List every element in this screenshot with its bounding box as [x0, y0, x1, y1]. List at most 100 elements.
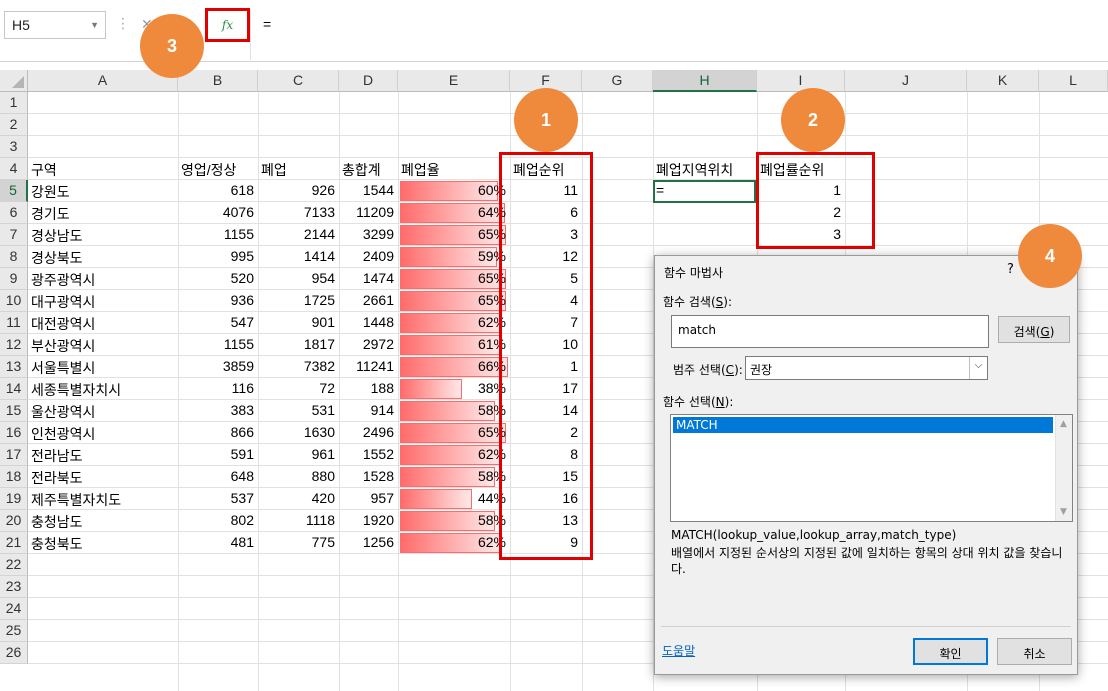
cell-open[interactable]: 3859 — [178, 356, 258, 378]
cell-region[interactable]: 울산광역시 — [28, 400, 178, 422]
name-box[interactable]: H5 ▼ — [4, 11, 106, 39]
column-header-e[interactable]: E — [398, 70, 510, 92]
cell-rate[interactable]: 60% — [398, 180, 510, 202]
row-header-1[interactable]: 1 — [0, 92, 28, 114]
column-header-d[interactable]: D — [339, 70, 398, 92]
cell-open[interactable]: 618 — [178, 180, 258, 202]
cell-rate[interactable]: 61% — [398, 334, 510, 356]
category-select[interactable]: 권장 ⌵ — [745, 356, 988, 380]
cell-rate[interactable]: 62% — [398, 444, 510, 466]
column-header-h[interactable]: H — [653, 70, 757, 92]
cell-open[interactable]: 802 — [178, 510, 258, 532]
cell-closed[interactable]: 1414 — [258, 246, 339, 268]
cell-region[interactable]: 경상북도 — [28, 246, 178, 268]
cell-total[interactable]: 3299 — [339, 224, 398, 246]
select-all-corner[interactable] — [0, 70, 28, 92]
row-header-25[interactable]: 25 — [0, 620, 28, 642]
cell-rate[interactable]: 65% — [398, 422, 510, 444]
cell-open[interactable]: 481 — [178, 532, 258, 554]
cell-region[interactable]: 경상남도 — [28, 224, 178, 246]
cell-total[interactable]: 2409 — [339, 246, 398, 268]
cell-open[interactable]: 936 — [178, 290, 258, 312]
row-header-9[interactable]: 9 — [0, 268, 28, 290]
cell-open[interactable]: 866 — [178, 422, 258, 444]
cell-rate[interactable]: 44% — [398, 488, 510, 510]
help-link[interactable]: 도움말 — [662, 642, 695, 659]
cell-total[interactable]: 1474 — [339, 268, 398, 290]
cell-closed[interactable]: 1725 — [258, 290, 339, 312]
insert-function-button[interactable]: fx — [205, 8, 250, 42]
cell-total[interactable]: 1448 — [339, 312, 398, 334]
cell-region[interactable]: 대구광역시 — [28, 290, 178, 312]
column-header-i[interactable]: I — [757, 70, 845, 92]
row-header-15[interactable]: 15 — [0, 400, 28, 422]
row-header-24[interactable]: 24 — [0, 598, 28, 620]
cell-open[interactable]: 537 — [178, 488, 258, 510]
cell-region[interactable]: 충청남도 — [28, 510, 178, 532]
cell-region[interactable]: 제주특별자치도 — [28, 488, 178, 510]
cell-region[interactable]: 충청북도 — [28, 532, 178, 554]
cell-total[interactable]: 188 — [339, 378, 398, 400]
cell-rate[interactable]: 58% — [398, 400, 510, 422]
row-header-13[interactable]: 13 — [0, 356, 28, 378]
scroll-down-icon[interactable]: ▼ — [1060, 507, 1067, 517]
cell-rate[interactable]: 65% — [398, 268, 510, 290]
header-cell-region[interactable]: 구역 — [28, 158, 178, 180]
cell-rate[interactable]: 38% — [398, 378, 510, 400]
cell-total[interactable]: 2661 — [339, 290, 398, 312]
cell-closed[interactable]: 420 — [258, 488, 339, 510]
row-header-18[interactable]: 18 — [0, 466, 28, 488]
row-header-2[interactable]: 2 — [0, 114, 28, 136]
cell-rate[interactable]: 64% — [398, 202, 510, 224]
ok-button[interactable]: 확인 — [913, 638, 988, 665]
cell-rate[interactable]: 59% — [398, 246, 510, 268]
cell-region[interactable]: 강원도 — [28, 180, 178, 202]
row-header-26[interactable]: 26 — [0, 642, 28, 664]
row-header-12[interactable]: 12 — [0, 334, 28, 356]
column-header-b[interactable]: B — [178, 70, 258, 92]
cell-open[interactable]: 383 — [178, 400, 258, 422]
chevron-down-icon[interactable]: ▼ — [90, 20, 99, 30]
cell-total[interactable]: 1256 — [339, 532, 398, 554]
cell-closed[interactable]: 961 — [258, 444, 339, 466]
active-cell-h5[interactable] — [653, 180, 756, 203]
cell-open[interactable]: 591 — [178, 444, 258, 466]
header-cell-total[interactable]: 총합계 — [339, 158, 398, 180]
row-header-20[interactable]: 20 — [0, 510, 28, 532]
cell-open[interactable]: 547 — [178, 312, 258, 334]
cell-region[interactable]: 인천광역시 — [28, 422, 178, 444]
column-header-l[interactable]: L — [1039, 70, 1108, 92]
formula-input[interactable]: = — [250, 10, 1108, 60]
cell-region[interactable]: 세종특별자치시 — [28, 378, 178, 400]
cell-region[interactable]: 광주광역시 — [28, 268, 178, 290]
row-header-4[interactable]: 4 — [0, 158, 28, 180]
row-header-5[interactable]: 5 — [0, 180, 28, 202]
scroll-up-icon[interactable]: ▲ — [1060, 419, 1067, 429]
cell-rate[interactable]: 62% — [398, 312, 510, 334]
cell-region[interactable]: 전라남도 — [28, 444, 178, 466]
cell-closed[interactable]: 1630 — [258, 422, 339, 444]
cell-closed[interactable]: 7133 — [258, 202, 339, 224]
cell-total[interactable]: 1920 — [339, 510, 398, 532]
cell-total[interactable]: 1528 — [339, 466, 398, 488]
cell-rate[interactable]: 58% — [398, 510, 510, 532]
column-header-c[interactable]: C — [258, 70, 339, 92]
cell-rate[interactable]: 65% — [398, 290, 510, 312]
column-header-g[interactable]: G — [582, 70, 653, 92]
help-icon[interactable]: ? — [1007, 262, 1014, 277]
cell-rate[interactable]: 58% — [398, 466, 510, 488]
cell-rate[interactable]: 65% — [398, 224, 510, 246]
row-header-16[interactable]: 16 — [0, 422, 28, 444]
row-header-23[interactable]: 23 — [0, 576, 28, 598]
cell-region[interactable]: 서울특별시 — [28, 356, 178, 378]
header-cell-rate[interactable]: 폐업율 — [398, 158, 510, 180]
cell-total[interactable]: 914 — [339, 400, 398, 422]
cell-open[interactable]: 116 — [178, 378, 258, 400]
cell-rate[interactable]: 62% — [398, 532, 510, 554]
list-scrollbar[interactable]: ▲ ▼ — [1055, 415, 1072, 521]
row-header-21[interactable]: 21 — [0, 532, 28, 554]
cell-closed[interactable]: 880 — [258, 466, 339, 488]
cell-closed[interactable]: 72 — [258, 378, 339, 400]
cell-region[interactable]: 부산광역시 — [28, 334, 178, 356]
row-header-19[interactable]: 19 — [0, 488, 28, 510]
